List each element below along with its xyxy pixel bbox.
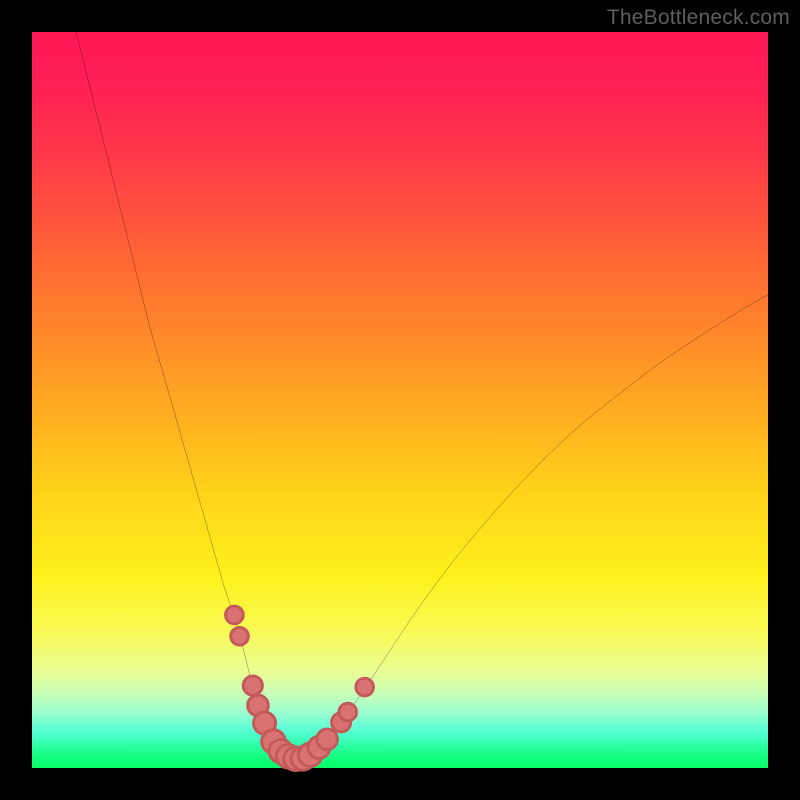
curve-markers <box>226 606 374 770</box>
curve-marker <box>226 606 244 624</box>
curve-marker <box>356 678 374 696</box>
curve-marker <box>339 703 357 721</box>
curve-marker <box>243 676 262 695</box>
curve-marker <box>317 729 338 750</box>
chart-frame: TheBottleneck.com <box>0 0 800 800</box>
curve-marker <box>231 627 249 645</box>
chart-svg <box>32 32 768 768</box>
plot-area <box>32 32 768 768</box>
watermark-text: TheBottleneck.com <box>607 6 790 30</box>
bottleneck-curve <box>76 32 768 759</box>
